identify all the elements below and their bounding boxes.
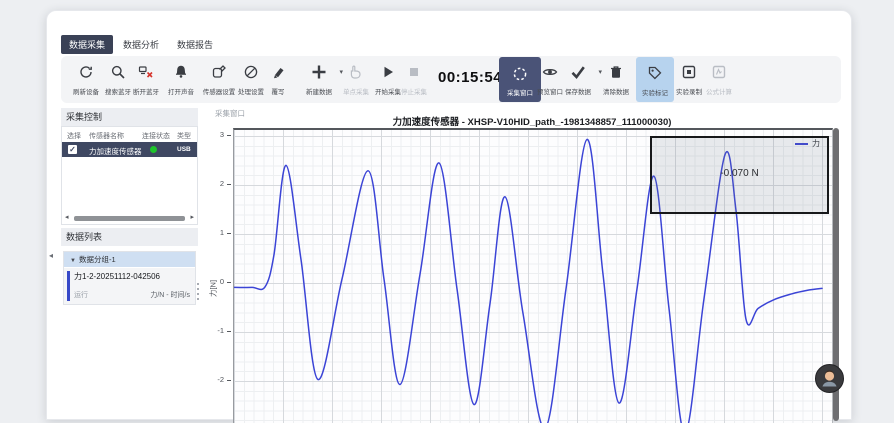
y-tick-mark	[227, 380, 231, 381]
y-tick-mark	[227, 135, 231, 136]
table-row-sensor[interactable]: ✓ 力加速度传感器 USB	[62, 142, 197, 157]
trash-icon	[608, 64, 624, 80]
dataset-status: 运行	[74, 290, 88, 300]
chevron-down-icon: ▼	[70, 258, 76, 264]
stop-collect-button[interactable]: 停止采集	[394, 56, 434, 103]
y-tick-label: 3	[220, 130, 224, 139]
tab-bar: 数据采集 数据分析 数据报告	[61, 35, 221, 54]
plot-area[interactable]: -0.070 N 力	[233, 128, 833, 423]
tab-data-collect[interactable]: 数据采集	[61, 35, 113, 54]
tab-data-report[interactable]: 数据报告	[169, 35, 221, 54]
col-select: 选择	[67, 131, 81, 141]
dashed-circle-icon	[512, 66, 528, 82]
y-tick-mark	[227, 233, 231, 234]
gauge-icon	[243, 64, 259, 80]
stop-icon	[406, 64, 422, 80]
bell-icon	[173, 64, 189, 80]
selection-value: -0.070 N	[652, 168, 827, 179]
data-group-label: 数据分组-1	[79, 255, 116, 264]
marker-icon	[270, 64, 286, 80]
y-tick-label: 2	[220, 179, 224, 188]
toolbar: 00:15:54 刷新设备搜索蓝牙断开蓝牙打开声音传感器设置处理设置覆写新建数据…	[61, 56, 841, 103]
scrollbar-thumb[interactable]	[74, 216, 185, 221]
avatar-button[interactable]	[815, 364, 844, 393]
data-group-header[interactable]: ▼数据分组-1	[64, 252, 195, 267]
tag-icon	[647, 65, 663, 81]
search-icon	[110, 64, 126, 80]
scroll-right-icon[interactable]: ▸	[190, 214, 194, 222]
selection-box[interactable]: -0.070 N	[650, 136, 829, 214]
hand-point-icon	[348, 64, 364, 80]
panel-splitter-handle[interactable]	[197, 283, 199, 301]
sensor-type: USB	[177, 146, 191, 153]
check-icon	[570, 64, 586, 80]
y-tick-label: 1	[220, 228, 224, 237]
app-window: 数据采集 数据分析 数据报告 00:15:54 刷新设备搜索蓝牙断开蓝牙打开声音…	[46, 10, 852, 420]
formula-icon	[711, 64, 727, 80]
sidebar-collapse-icon[interactable]: ◂	[49, 251, 53, 260]
y-tick-mark	[227, 331, 231, 332]
y-tick-label: -2	[217, 375, 224, 384]
y-tick-mark	[227, 282, 231, 283]
sensor-checkbox[interactable]: ✓	[68, 145, 77, 154]
tab-data-analysis[interactable]: 数据分析	[115, 35, 167, 54]
dataset-axes: 力/N - 时间/s	[150, 290, 190, 300]
overwrite-button[interactable]: 覆写	[258, 56, 298, 103]
record-icon	[681, 64, 697, 80]
plus-icon	[311, 64, 327, 80]
connection-status-dot	[150, 146, 157, 153]
scroll-left-icon[interactable]: ◂	[65, 214, 69, 222]
formula-calc-button[interactable]: 公式计算	[699, 56, 739, 103]
data-list-header: 数据列表	[61, 228, 198, 246]
sensor-icon	[211, 64, 227, 80]
eye-icon	[542, 64, 558, 80]
data-list: ▼数据分组-1 力1-2-20251112-042506 运行 力/N - 时间…	[63, 251, 196, 305]
y-tick-label: -1	[217, 326, 224, 335]
collect-control-header: 采集控制	[61, 108, 198, 126]
y-axis-label: 力[N]	[208, 269, 219, 309]
stop-collect-label: 停止采集	[388, 86, 440, 96]
list-item-dataset[interactable]: 力1-2-20251112-042506 运行 力/N - 时间/s	[64, 268, 195, 304]
y-tick-mark	[227, 184, 231, 185]
col-name: 传感器名称	[89, 131, 124, 141]
person-avatar-icon	[816, 365, 843, 392]
bluetooth-off-icon	[138, 64, 154, 80]
horizontal-scrollbar[interactable]: ◂ ▸	[65, 214, 194, 222]
chart-title: 力加速度传感器 - XHSP-V10HID_path_-1981348857_1…	[233, 114, 831, 128]
col-status: 连接状态	[142, 131, 170, 141]
refresh-icon	[78, 64, 94, 80]
dataset-name: 力1-2-20251112-042506	[74, 271, 160, 282]
collect-timer: 00:15:54	[438, 69, 502, 86]
y-tick-label: 0	[220, 277, 224, 286]
formula-calc-label: 公式计算	[693, 86, 745, 96]
dataset-accent-bar	[67, 271, 70, 301]
sensor-table: 选择 传感器名称 连接状态 类型 ✓ 力加速度传感器 USB ◂ ▸	[61, 126, 198, 225]
sensor-name: 力加速度传感器	[89, 146, 142, 157]
col-type: 类型	[177, 131, 191, 141]
